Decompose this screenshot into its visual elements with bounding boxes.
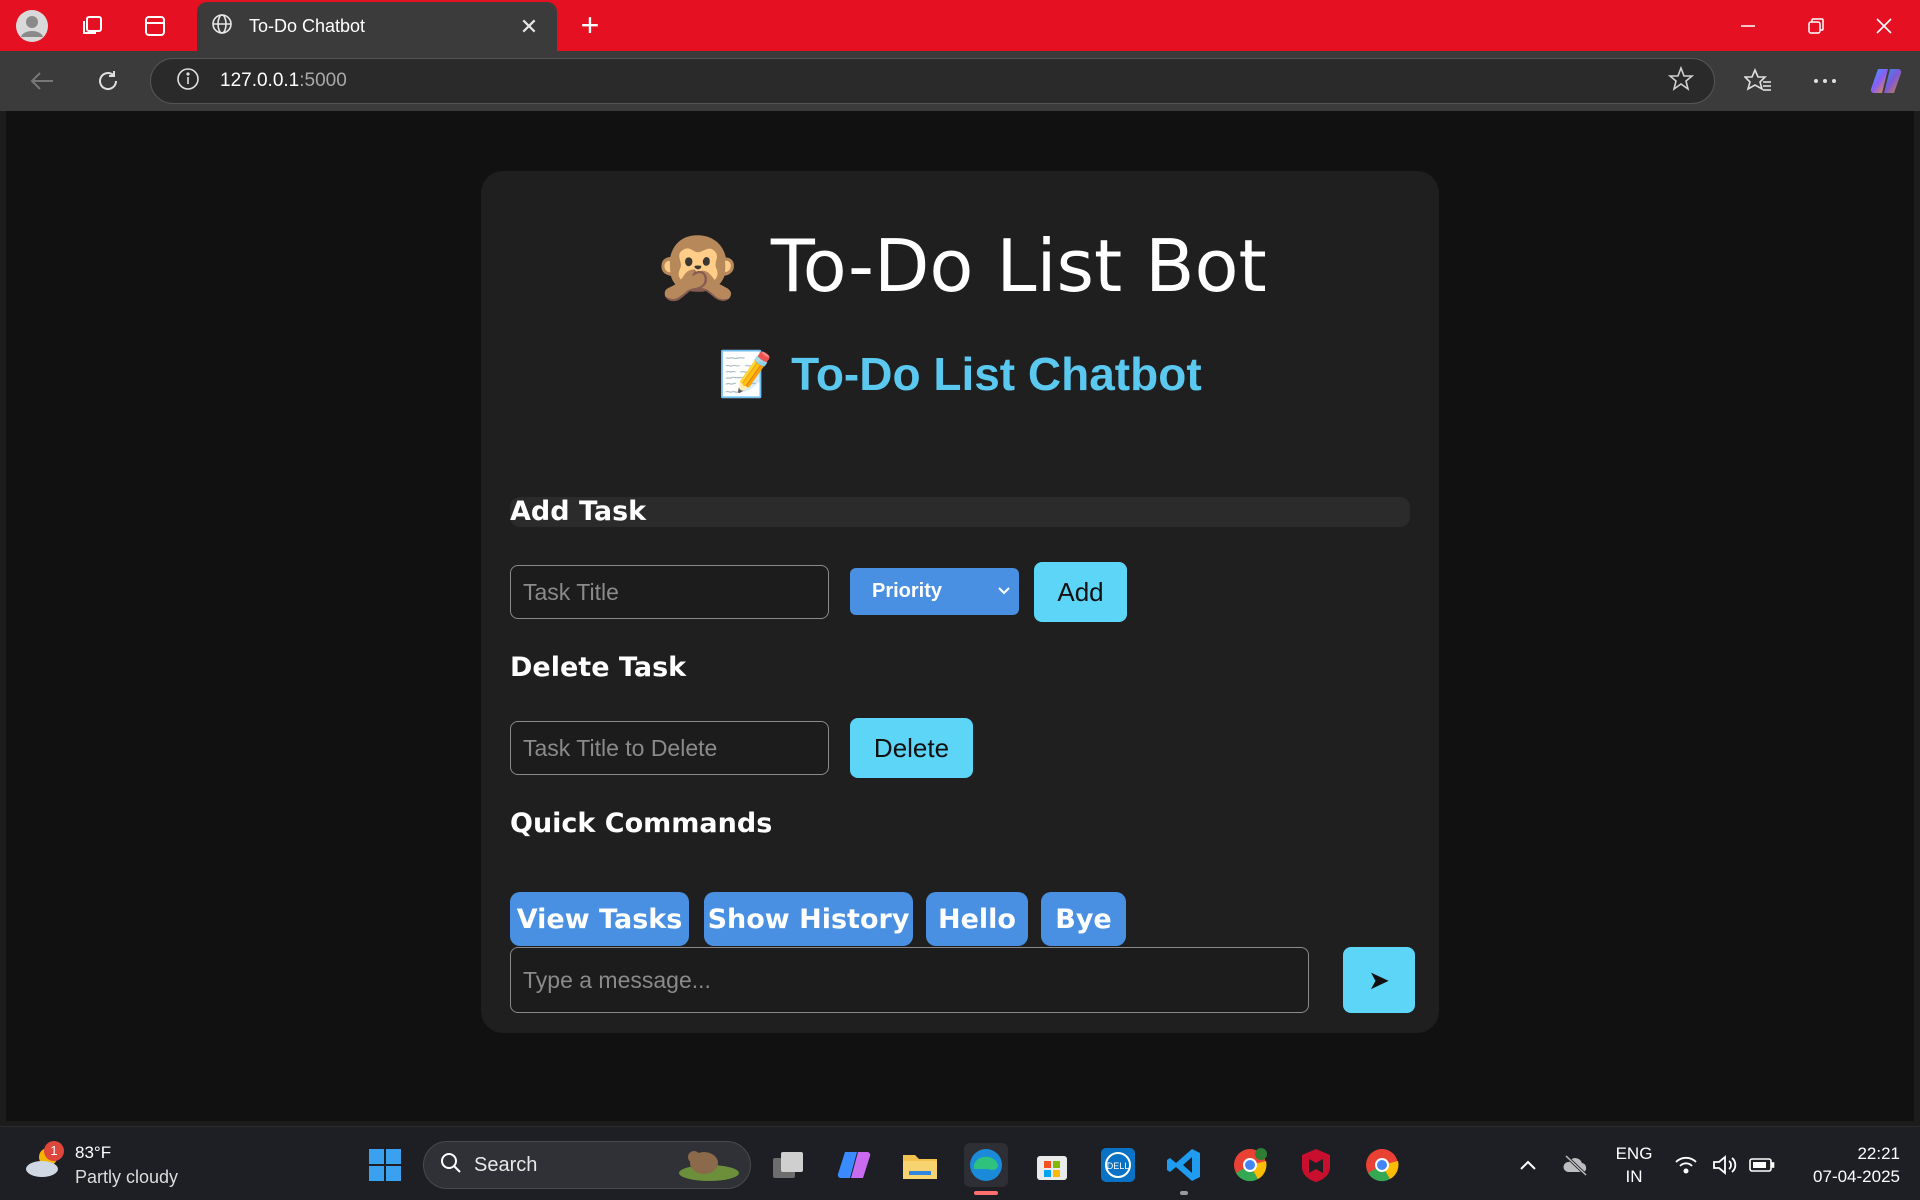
edge-taskbar-icon[interactable] bbox=[964, 1143, 1008, 1195]
weather-desc: Partly cloudy bbox=[75, 1167, 179, 1187]
reload-button[interactable] bbox=[88, 63, 128, 99]
chatbot-card: 🙊 To-Do List Bot 📝 To-Do List Chatbot Ad… bbox=[481, 171, 1439, 1033]
volume-icon[interactable] bbox=[1706, 1143, 1742, 1187]
workspaces-icon[interactable] bbox=[74, 8, 110, 44]
active-indicator bbox=[974, 1191, 998, 1195]
chrome-icon[interactable] bbox=[1360, 1143, 1404, 1187]
chatbot-subtitle: 📝 To-Do List Chatbot bbox=[481, 347, 1439, 401]
file-explorer-icon[interactable] bbox=[898, 1143, 942, 1187]
url-host: 127.0.0.1 bbox=[220, 70, 300, 91]
copilot-icon[interactable] bbox=[1866, 63, 1906, 99]
page-viewport: 🙊 To-Do List Bot 📝 To-Do List Chatbot Ad… bbox=[6, 111, 1914, 1121]
tab-actions-icon[interactable] bbox=[137, 8, 173, 44]
clock-date: 07-04-2025 bbox=[1813, 1167, 1900, 1186]
memo-emoji-icon: 📝 bbox=[718, 350, 774, 399]
more-options-icon[interactable] bbox=[1805, 63, 1845, 99]
show-history-button[interactable]: Show History bbox=[704, 892, 913, 946]
search-highlight-icon bbox=[674, 1143, 744, 1188]
chatbot-subtitle-text: To-Do List Chatbot bbox=[791, 348, 1202, 400]
microsoft-store-icon[interactable] bbox=[1030, 1143, 1074, 1187]
delete-task-heading: Delete Task bbox=[510, 652, 687, 683]
language-bottom: IN bbox=[1625, 1167, 1643, 1186]
svg-text:DELL: DELL bbox=[1107, 1161, 1130, 1171]
restore-button[interactable] bbox=[1784, 0, 1848, 51]
vscode-icon[interactable] bbox=[1162, 1143, 1206, 1195]
address-bar[interactable]: 127.0.0.1:5000 bbox=[150, 58, 1715, 104]
tab-todo-chatbot[interactable]: To-Do Chatbot ✕ bbox=[197, 2, 557, 51]
taskbar-search[interactable]: Search bbox=[423, 1141, 751, 1189]
chevron-up-icon[interactable] bbox=[1506, 1143, 1550, 1187]
monkey-emoji-icon: 🙊 bbox=[653, 223, 743, 307]
hello-button[interactable]: Hello bbox=[926, 892, 1028, 946]
browser-toolbar: 127.0.0.1:5000 bbox=[0, 51, 1920, 111]
language-top: ENG bbox=[1615, 1144, 1653, 1163]
browser-titlebar: To-Do Chatbot ✕ + bbox=[0, 0, 1920, 51]
favorite-star-icon[interactable] bbox=[1667, 65, 1695, 97]
dell-icon[interactable]: DELL bbox=[1096, 1143, 1140, 1187]
start-button[interactable] bbox=[363, 1143, 407, 1187]
tab-title: To-Do Chatbot bbox=[249, 16, 366, 36]
send-arrow-icon: ➤ bbox=[1368, 964, 1390, 995]
delete-task-button[interactable]: Delete bbox=[850, 718, 973, 778]
weather-temp: 83°F bbox=[75, 1143, 112, 1162]
profile-avatar-icon[interactable] bbox=[14, 8, 50, 44]
task-title-input[interactable] bbox=[510, 565, 829, 619]
priority-select[interactable]: Priority bbox=[850, 568, 1019, 615]
search-icon bbox=[440, 1152, 462, 1179]
globe-icon bbox=[211, 13, 233, 40]
running-indicator bbox=[1180, 1191, 1188, 1195]
add-task-button[interactable]: Add bbox=[1034, 562, 1127, 622]
chevron-down-icon bbox=[998, 587, 1010, 595]
page-title-text: To-Do List Bot bbox=[770, 223, 1267, 308]
message-input[interactable] bbox=[510, 947, 1309, 1013]
url-port: :5000 bbox=[299, 70, 347, 91]
tab-close-icon[interactable]: ✕ bbox=[515, 14, 543, 40]
language-indicator[interactable]: ENG IN bbox=[1606, 1142, 1662, 1188]
priority-select-label: Priority bbox=[872, 580, 943, 602]
minimize-button[interactable] bbox=[1716, 0, 1780, 51]
add-task-heading: Add Task bbox=[510, 496, 647, 527]
clock[interactable]: 22:21 07-04-2025 bbox=[1780, 1142, 1900, 1188]
new-tab-button[interactable]: + bbox=[572, 8, 608, 44]
task-view-icon[interactable] bbox=[766, 1143, 810, 1187]
send-button[interactable]: ➤ bbox=[1343, 947, 1415, 1013]
mcafee-icon[interactable] bbox=[1294, 1143, 1338, 1187]
site-info-icon[interactable] bbox=[176, 67, 200, 96]
quick-commands-heading: Quick Commands bbox=[510, 808, 773, 839]
wifi-icon[interactable] bbox=[1668, 1143, 1704, 1187]
bye-button[interactable]: Bye bbox=[1041, 892, 1126, 946]
chrome-profile-icon[interactable] bbox=[1228, 1143, 1272, 1187]
weather-widget-icon[interactable]: 1 bbox=[22, 1141, 66, 1185]
windows-taskbar: 1 83°F Partly cloudy Search DELL ENG IN … bbox=[0, 1126, 1920, 1200]
copilot-taskbar-icon[interactable] bbox=[832, 1143, 876, 1187]
page-title: 🙊 To-Do List Bot bbox=[481, 223, 1439, 308]
close-window-button[interactable] bbox=[1852, 0, 1916, 51]
onedrive-offline-icon[interactable] bbox=[1554, 1143, 1598, 1187]
back-button[interactable] bbox=[22, 63, 62, 99]
delete-task-input[interactable] bbox=[510, 721, 829, 775]
view-tasks-button[interactable]: View Tasks bbox=[510, 892, 689, 946]
battery-icon[interactable] bbox=[1744, 1143, 1780, 1187]
search-label: Search bbox=[474, 1153, 538, 1176]
favorites-icon[interactable] bbox=[1738, 63, 1778, 99]
weather-badge: 1 bbox=[44, 1141, 64, 1161]
clock-time: 22:21 bbox=[1857, 1144, 1900, 1163]
